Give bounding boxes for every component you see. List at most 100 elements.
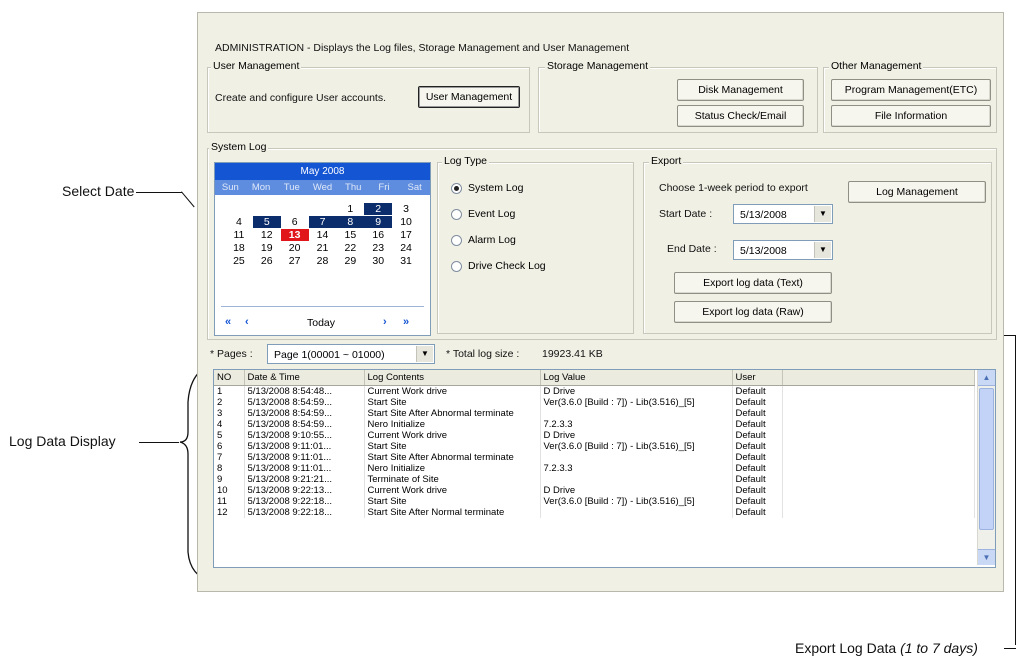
- column-header[interactable]: Date & Time: [244, 370, 365, 386]
- scroll-up-icon[interactable]: ▲: [978, 370, 995, 386]
- calendar-day[interactable]: 6: [281, 216, 309, 228]
- calendar-empty-cell: [253, 203, 281, 215]
- calendar-day[interactable]: 7: [308, 216, 337, 228]
- table-row[interactable]: 1 5/13/2008 8:54:48... Current Work drive D…: [214, 385, 975, 397]
- table-row[interactable]: 12 5/13/2008 9:22:18... Start Site After N…: [214, 507, 975, 518]
- table-cell: 10: [214, 485, 245, 496]
- calendar-day[interactable]: 12: [253, 229, 281, 241]
- disk-management-button[interactable]: Disk Management: [677, 79, 804, 101]
- column-header[interactable]: Log Value: [540, 370, 733, 386]
- end-date-picker[interactable]: 5/13/2008 ▼: [733, 240, 833, 260]
- program-management-button[interactable]: Program Management(ETC): [831, 79, 991, 101]
- table-row[interactable]: 7 5/13/2008 9:11:01... Start Site After Ab…: [214, 452, 975, 463]
- column-header[interactable]: Log Contents: [364, 370, 541, 386]
- chevron-down-icon[interactable]: ▼: [416, 346, 433, 362]
- table-cell: 5/13/2008 9:11:01...: [244, 441, 365, 452]
- next-year-icon[interactable]: »: [403, 316, 409, 328]
- chevron-down-icon[interactable]: ▼: [814, 206, 831, 222]
- log-management-button[interactable]: Log Management: [848, 181, 986, 203]
- column-header[interactable]: User: [732, 370, 783, 386]
- calendar-day[interactable]: 18: [225, 242, 253, 254]
- scroll-down-icon[interactable]: ▼: [978, 549, 995, 565]
- calendar-month-title: May 2008: [215, 163, 430, 180]
- chevron-down-icon[interactable]: ▼: [814, 242, 831, 258]
- calendar-day[interactable]: 15: [336, 229, 364, 241]
- calendar-day[interactable]: 25: [225, 255, 253, 267]
- radio-system-log[interactable]: System Log: [451, 182, 523, 194]
- export-instruction: Choose 1-week period to export: [659, 182, 808, 194]
- calendar-day[interactable]: 14: [309, 229, 337, 241]
- table-cell: 1: [214, 385, 245, 397]
- table-row[interactable]: 11 5/13/2008 9:22:18... Start Site Ver(3.6.…: [214, 496, 975, 507]
- calendar-day[interactable]: 5: [252, 216, 281, 228]
- calendar-day[interactable]: 8: [336, 216, 365, 228]
- calendar-day[interactable]: 4: [225, 216, 253, 228]
- start-date-picker[interactable]: 5/13/2008 ▼: [733, 204, 833, 224]
- user-management-description: Create and configure User accounts.: [215, 92, 387, 104]
- table-cell: 8: [214, 463, 245, 474]
- table-cell: [540, 474, 733, 485]
- log-table-scrollbar[interactable]: ▲ ▼: [977, 370, 995, 565]
- table-cell: Default: [732, 408, 783, 419]
- calendar-day[interactable]: 2: [364, 203, 393, 215]
- table-row[interactable]: 4 5/13/2008 8:54:59... Nero Initialize 7.2.…: [214, 419, 975, 430]
- today-link[interactable]: Today: [307, 317, 335, 329]
- calendar-day[interactable]: 21: [309, 242, 337, 254]
- calendar-day[interactable]: 1: [336, 203, 364, 215]
- calendar-day[interactable]: 30: [364, 255, 392, 267]
- table-row[interactable]: 3 5/13/2008 8:54:59... Start Site After Ab…: [214, 408, 975, 419]
- calendar-day[interactable]: 28: [309, 255, 337, 267]
- export-log-text-button[interactable]: Export log data (Text): [674, 272, 832, 294]
- table-cell: 5/13/2008 9:21:21...: [244, 474, 365, 485]
- weekday-label: Thu: [345, 182, 362, 193]
- prev-year-icon[interactable]: «: [225, 316, 231, 328]
- calendar-day[interactable]: 22: [336, 242, 364, 254]
- table-row[interactable]: 8 5/13/2008 9:11:01... Nero Initialize 7.2.…: [214, 463, 975, 474]
- column-header-filler: [782, 370, 975, 386]
- calendar-day[interactable]: 24: [392, 242, 420, 254]
- radio-drive-check-log[interactable]: Drive Check Log: [451, 260, 546, 272]
- scrollbar-thumb[interactable]: [979, 388, 994, 530]
- calendar[interactable]: May 2008 Sun Mon Tue Wed Thu Fri Sat 123…: [214, 162, 431, 336]
- table-row[interactable]: 5 5/13/2008 9:10:55... Current Work drive D…: [214, 430, 975, 441]
- calendar-day[interactable]: 17: [392, 229, 420, 241]
- calendar-day[interactable]: 9: [364, 216, 393, 228]
- radio-alarm-log[interactable]: Alarm Log: [451, 234, 516, 246]
- calendar-day[interactable]: 16: [364, 229, 392, 241]
- radio-event-log[interactable]: Event Log: [451, 208, 515, 220]
- table-cell: 4: [214, 419, 245, 430]
- table-row[interactable]: 10 5/13/2008 9:22:13... Current Work drive…: [214, 485, 975, 496]
- weekday-label: Wed: [312, 182, 333, 193]
- file-information-button[interactable]: File Information: [831, 105, 991, 127]
- table-cell: Default: [732, 419, 783, 430]
- table-cell: Current Work drive: [364, 385, 541, 397]
- calendar-day[interactable]: 10: [392, 216, 420, 228]
- export-log-raw-button[interactable]: Export log data (Raw): [674, 301, 832, 323]
- table-cell: Start Site After Abnormal terminate: [364, 452, 541, 463]
- calendar-day[interactable]: 19: [253, 242, 281, 254]
- table-row[interactable]: 9 5/13/2008 9:21:21... Terminate of Site De…: [214, 474, 975, 485]
- pages-select[interactable]: Page 1(00001 ~ 01000) ▼: [267, 344, 435, 364]
- calendar-day[interactable]: 20: [281, 242, 309, 254]
- calendar-day[interactable]: 27: [281, 255, 309, 267]
- next-month-icon[interactable]: ›: [383, 316, 387, 328]
- log-table-container[interactable]: NO Date & Time Log Contents Log Value Us…: [213, 369, 996, 568]
- status-check-email-button[interactable]: Status Check/Email: [677, 105, 804, 127]
- table-cell-filler: [782, 452, 975, 463]
- calendar-day[interactable]: 3: [392, 203, 420, 215]
- table-cell: D Drive: [540, 385, 733, 397]
- column-header[interactable]: NO: [214, 370, 245, 386]
- prev-month-icon[interactable]: ‹: [245, 316, 249, 328]
- user-management-button[interactable]: User Management: [418, 86, 520, 108]
- other-management-label: Other Management: [829, 60, 924, 72]
- calendar-day[interactable]: 23: [364, 242, 392, 254]
- table-cell-filler: [782, 441, 975, 452]
- calendar-day[interactable]: 13: [280, 229, 309, 241]
- calendar-day[interactable]: 31: [392, 255, 420, 267]
- calendar-day[interactable]: 29: [336, 255, 364, 267]
- table-cell-filler: [782, 496, 975, 507]
- calendar-day[interactable]: 11: [225, 229, 253, 241]
- table-row[interactable]: 2 5/13/2008 8:54:59... Start Site Ver(3.6.0…: [214, 397, 975, 408]
- calendar-day[interactable]: 26: [253, 255, 281, 267]
- table-row[interactable]: 6 5/13/2008 9:11:01... Start Site Ver(3.6.0…: [214, 441, 975, 452]
